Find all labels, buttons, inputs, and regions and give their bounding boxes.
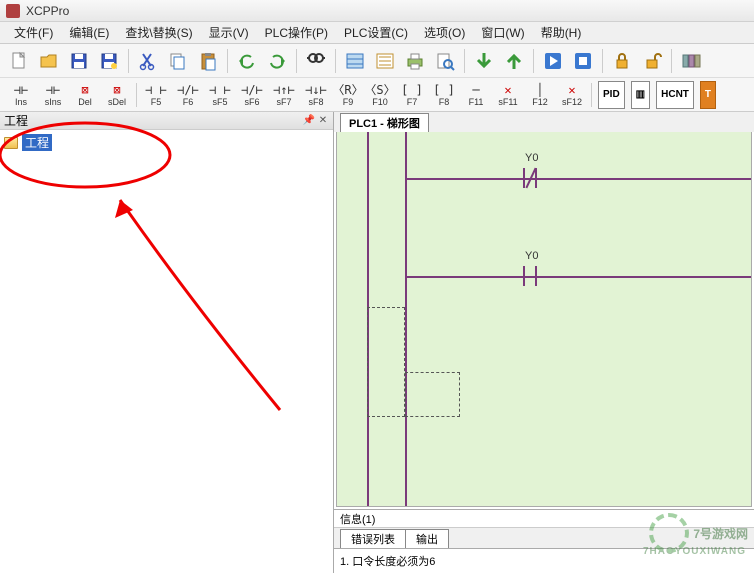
open-button[interactable] [36, 48, 62, 74]
list-view-button[interactable] [372, 48, 398, 74]
watermark-sub: 7HAOYOUXIWANG [643, 546, 746, 557]
tb-sf7[interactable]: ⊣↑⊢sF7 [269, 80, 299, 110]
rung1-label: Y0 [525, 152, 538, 164]
lock-button[interactable] [609, 48, 635, 74]
tb-pulse[interactable]: ▥ [631, 81, 650, 109]
tb-f10[interactable]: 〈S〉F10 [365, 80, 395, 110]
ladder-view-button[interactable] [342, 48, 368, 74]
unlock-button[interactable] [639, 48, 665, 74]
editor-tabs: PLC1 - 梯形图 [334, 112, 754, 132]
saveas-button[interactable] [96, 48, 122, 74]
menu-search[interactable]: 查找\替换(S) [117, 22, 200, 43]
menu-file[interactable]: 文件(F) [6, 22, 61, 43]
tb-f12[interactable]: │F12 [525, 80, 555, 110]
menu-plc-op[interactable]: PLC操作(P) [257, 22, 336, 43]
folder-icon [4, 137, 18, 149]
tb-sf5[interactable]: ⊣ ⊢sF5 [205, 80, 235, 110]
save-button[interactable] [66, 48, 92, 74]
panel-pin-icon[interactable]: 📌 [303, 115, 315, 127]
new-button[interactable] [6, 48, 32, 74]
watermark-text: 7号游戏网 [693, 525, 748, 542]
title-bar: XCPPro [0, 0, 754, 22]
find-button[interactable] [303, 48, 329, 74]
selection-box-small [405, 372, 460, 417]
selection-box-left [367, 307, 405, 417]
undo-button[interactable] [234, 48, 260, 74]
tab-errors[interactable]: 错误列表 [340, 529, 406, 548]
tb-f7[interactable]: [ ]F7 [397, 80, 427, 110]
download-button[interactable] [471, 48, 497, 74]
tb-f6[interactable]: ⊣/⊢F6 [173, 80, 203, 110]
tab-plc1[interactable]: PLC1 - 梯形图 [340, 113, 429, 132]
tb-sf11[interactable]: ✕sF11 [493, 80, 523, 110]
preview-button[interactable] [432, 48, 458, 74]
tb-f8[interactable]: [ ]F8 [429, 80, 459, 110]
menu-plc-set[interactable]: PLC设置(C) [336, 22, 416, 43]
rung2-label: Y0 [525, 250, 538, 262]
project-panel-header: 工程 📌 ✕ [0, 112, 333, 130]
tb-del[interactable]: ⊠Del [70, 80, 100, 110]
tree-root-label: 工程 [22, 134, 52, 151]
tb-sdel[interactable]: ⊠sDel [102, 80, 132, 110]
menu-edit[interactable]: 编辑(E) [61, 22, 117, 43]
project-panel: 工程 📌 ✕ 工程 [0, 112, 334, 573]
tb-ins[interactable]: ⊣⊢Ins [6, 80, 36, 110]
panel-close-icon[interactable]: ✕ [317, 115, 329, 127]
toolbar-main [0, 44, 754, 78]
paste-button[interactable] [195, 48, 221, 74]
menu-view[interactable]: 显示(V) [201, 22, 257, 43]
tb-hcnt[interactable]: HCNT [656, 81, 694, 109]
watermark: 7号游戏网 7HAOYOUXIWANG [649, 513, 748, 553]
menu-help[interactable]: 帮助(H) [533, 22, 590, 43]
upload-button[interactable] [501, 48, 527, 74]
rung1-nc-contact[interactable] [519, 168, 541, 188]
tb-sins[interactable]: ⊣⊢sIns [38, 80, 68, 110]
copy-button[interactable] [165, 48, 191, 74]
toolbar-ladder: ⊣⊢Ins ⊣⊢sIns ⊠Del ⊠sDel ⊣ ⊢F5 ⊣/⊢F6 ⊣ ⊢s… [0, 78, 754, 112]
tb-sf6[interactable]: ⊣/⊢sF6 [237, 80, 267, 110]
tb-t[interactable]: T [700, 81, 716, 109]
cut-button[interactable] [135, 48, 161, 74]
project-panel-title: 工程 [4, 112, 28, 129]
tree-root-item[interactable]: 工程 [4, 134, 329, 151]
stop-button[interactable] [570, 48, 596, 74]
tb-pid[interactable]: PID [598, 81, 625, 109]
config-button[interactable] [678, 48, 704, 74]
menu-window[interactable]: 窗口(W) [473, 22, 532, 43]
menu-option[interactable]: 选项(O) [416, 22, 473, 43]
print-button[interactable] [402, 48, 428, 74]
tb-f9[interactable]: 〈R〉F9 [333, 80, 363, 110]
app-title: XCPPro [26, 4, 69, 18]
app-icon [6, 4, 20, 18]
editor-panel: PLC1 - 梯形图 Y0 Y0 信息(1) 错误列表 输出 1. 口令长度必须 [334, 112, 754, 573]
ladder-diagram[interactable]: Y0 Y0 [336, 132, 752, 507]
rung2-no-contact[interactable] [519, 266, 541, 286]
redo-button[interactable] [264, 48, 290, 74]
tb-f5[interactable]: ⊣ ⊢F5 [141, 80, 171, 110]
tab-output[interactable]: 输出 [405, 529, 449, 548]
tb-f11[interactable]: ─F11 [461, 80, 491, 110]
tb-sf12[interactable]: ✕sF12 [557, 80, 587, 110]
menu-bar: 文件(F) 编辑(E) 查找\替换(S) 显示(V) PLC操作(P) PLC设… [0, 22, 754, 44]
run-button[interactable] [540, 48, 566, 74]
tb-sf8[interactable]: ⊣↓⊢sF8 [301, 80, 331, 110]
